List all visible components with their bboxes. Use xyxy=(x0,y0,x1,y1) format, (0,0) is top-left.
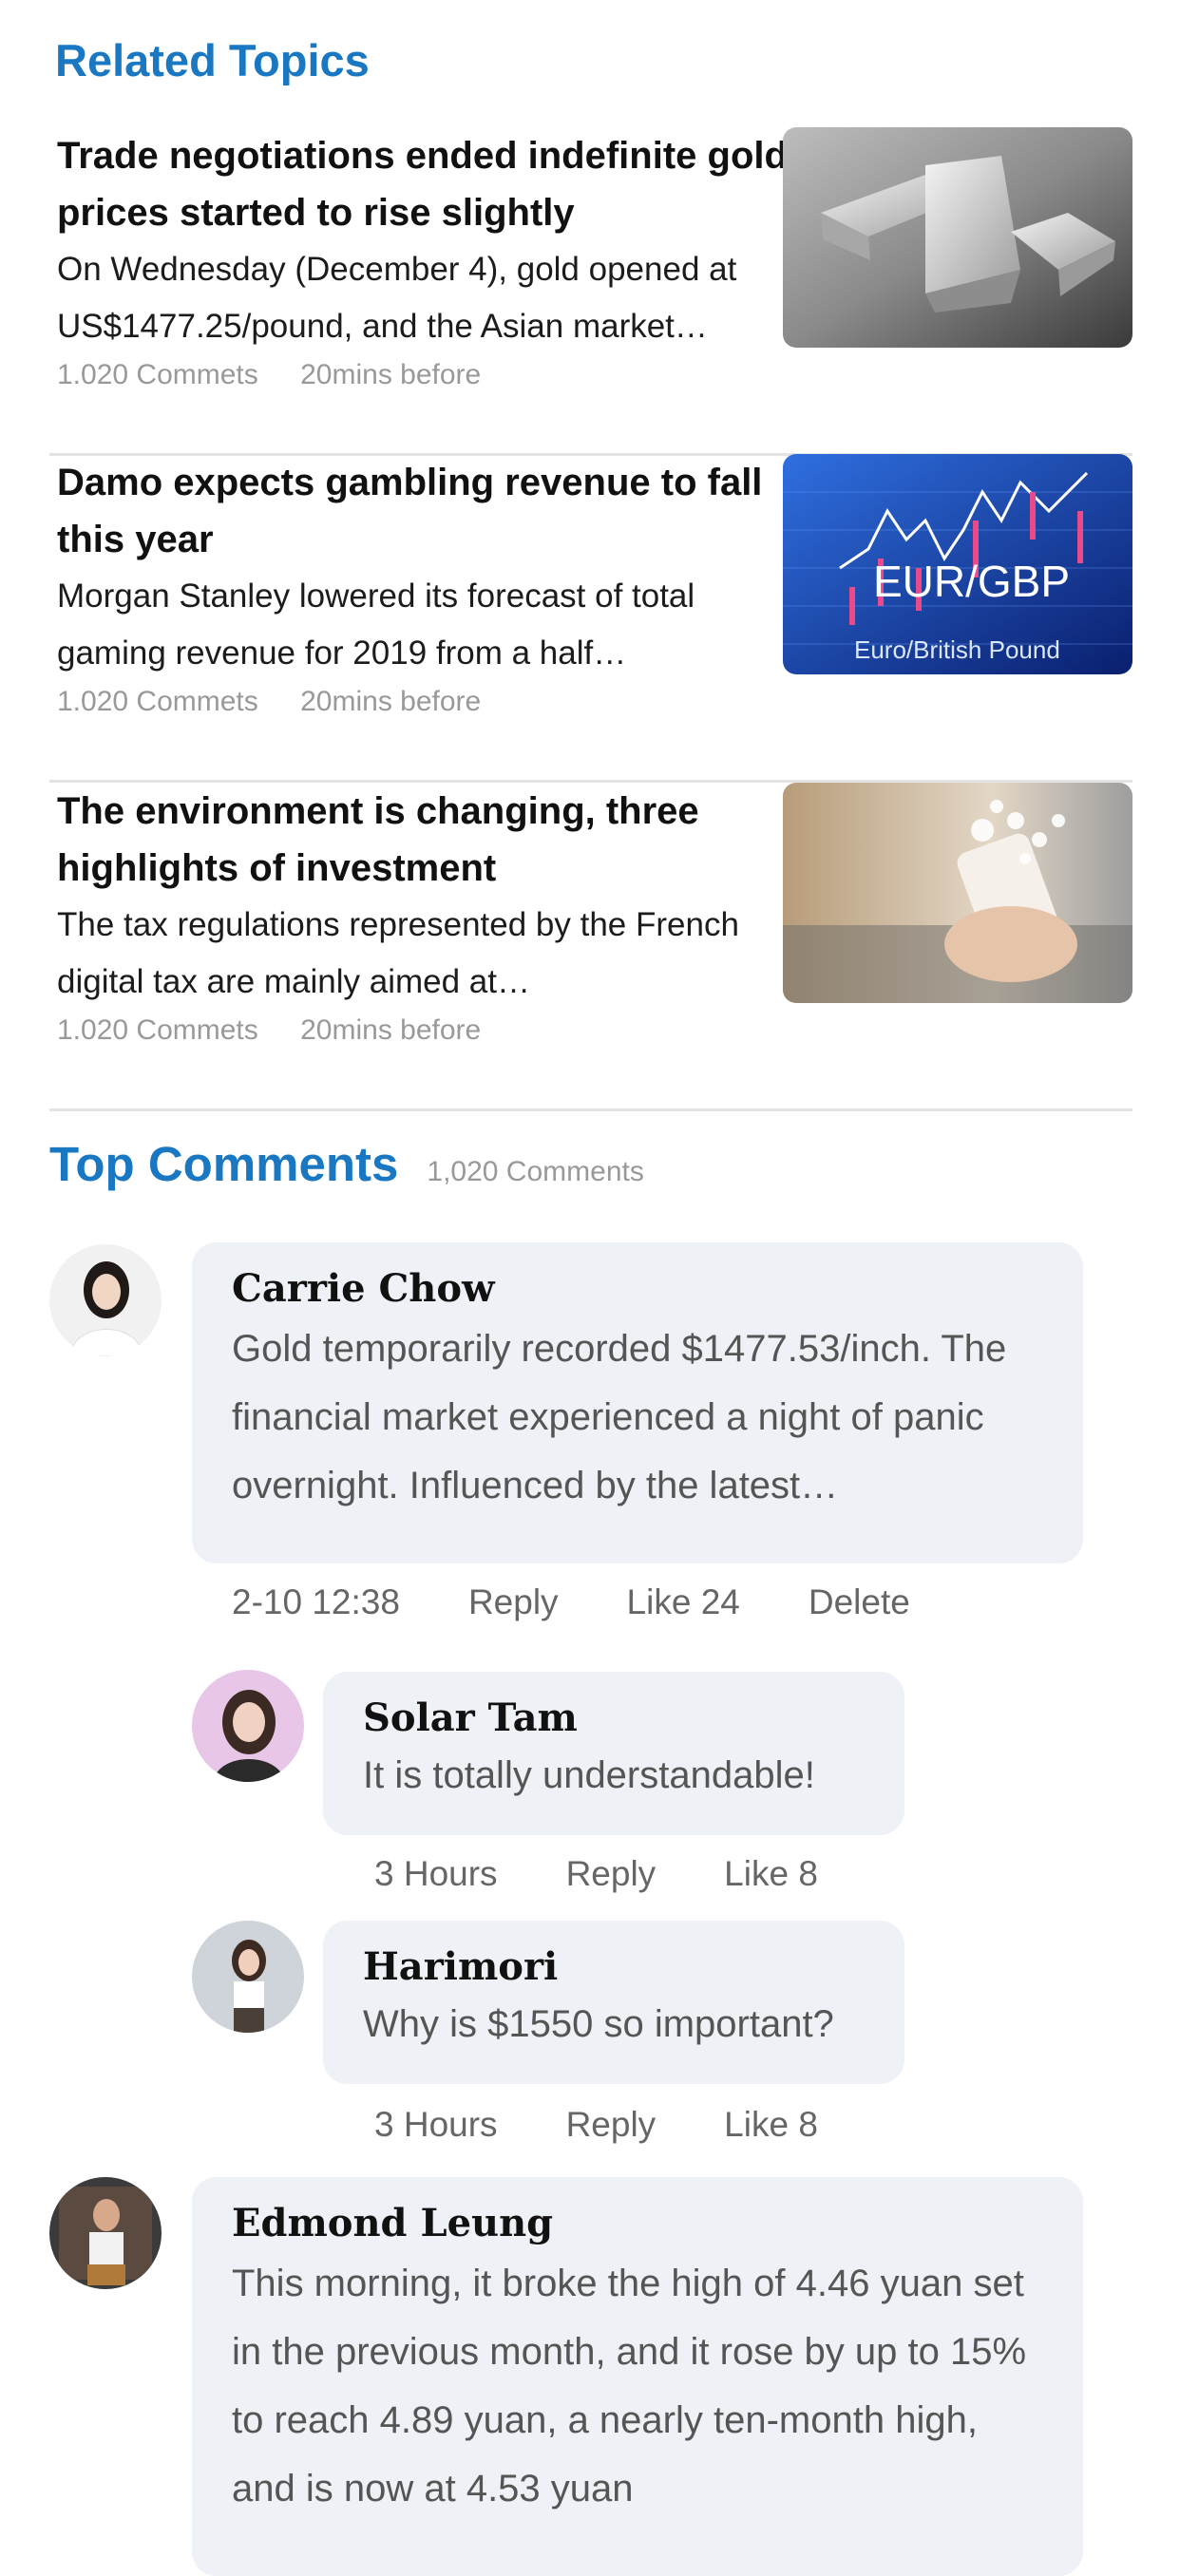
reply-bubble: Solar Tam It is totally understandable! xyxy=(323,1672,904,1835)
article-summary: Morgan Stanley lowered its forecast of t… xyxy=(57,578,695,672)
comment-author[interactable]: Edmond Leung xyxy=(232,2198,1043,2249)
related-topics-title: Related Topics xyxy=(55,35,370,85)
avatar[interactable] xyxy=(192,1670,304,1782)
comment-author[interactable]: Carrie Chow xyxy=(232,1263,1043,1315)
comment-time: 3 Hours xyxy=(374,1854,498,1893)
top-comments-header: Top Comments 1,020 Comments xyxy=(49,1136,644,1192)
comment-bubble: Edmond Leung This morning, it broke the … xyxy=(192,2177,1083,2576)
article-time: 20mins before xyxy=(300,686,482,717)
article-meta: 1.020 Commets 20mins before xyxy=(57,1014,789,1047)
chart-pair-label: EUR/GBP xyxy=(873,557,1070,606)
comment-time: 3 Hours xyxy=(374,2105,498,2144)
comment-actions: 3 Hours Reply Like 8 xyxy=(374,2105,886,2145)
top-comments-title: Top Comments xyxy=(49,1137,399,1191)
article-headline[interactable]: Damo expects gambling revenue to fall th… xyxy=(57,454,789,568)
gold-bars-image[interactable] xyxy=(783,127,1132,348)
reply-button[interactable]: Reply xyxy=(566,1854,657,1894)
article-text: Trade negotiations ended indefinite gold… xyxy=(57,127,789,391)
phone-money-image[interactable] xyxy=(783,783,1132,1003)
eur-gbp-chart-image[interactable]: EUR/GBP Euro/British Pound xyxy=(783,454,1132,674)
like-button[interactable]: Like 8 xyxy=(724,1854,818,1894)
article-comment-count: 1.020 Commets xyxy=(57,686,258,717)
article-card[interactable]: Trade negotiations ended indefinite gold… xyxy=(49,127,1132,456)
reply-bubble: Harimori Why is $1550 so important? xyxy=(323,1921,904,2084)
article-card[interactable]: The environment is changing, three highl… xyxy=(49,783,1132,1111)
comment-actions: 2-10 12:38 Reply Like 24 Delete xyxy=(232,1582,979,1622)
comment-author[interactable]: Solar Tam xyxy=(363,1693,865,1744)
like-button[interactable]: Like 24 xyxy=(627,1582,740,1622)
article-comment-count: 1.020 Commets xyxy=(57,359,258,390)
article-text: The environment is changing, three highl… xyxy=(57,783,789,1047)
article-headline[interactable]: The environment is changing, three highl… xyxy=(57,783,789,897)
article-time: 20mins before xyxy=(300,359,482,390)
avatar[interactable] xyxy=(192,1921,304,2033)
chart-pair-sublabel: Euro/British Pound xyxy=(854,635,1060,664)
article-comment-count: 1.020 Commets xyxy=(57,1014,258,1046)
reply-button[interactable]: Reply xyxy=(468,1582,559,1622)
comment-actions: 3 Hours Reply Like 8 xyxy=(374,1854,886,1894)
comment-text: This morning, it broke the high of 4.46 … xyxy=(232,2263,1027,2510)
avatar[interactable] xyxy=(49,2177,162,2289)
article-meta: 1.020 Commets 20mins before xyxy=(57,686,789,718)
article-card[interactable]: Damo expects gambling revenue to fall th… xyxy=(49,454,1132,783)
comments-count: 1,020 Comments xyxy=(427,1156,644,1187)
comment-time: 2-10 12:38 xyxy=(232,1582,400,1621)
like-button[interactable]: Like 8 xyxy=(724,2105,818,2145)
reply-button[interactable]: Reply xyxy=(566,2105,657,2145)
comment-bubble: Carrie Chow Gold temporarily recorded $1… xyxy=(192,1242,1083,1563)
article-text: Damo expects gambling revenue to fall th… xyxy=(57,454,789,718)
comment-author[interactable]: Harimori xyxy=(363,1941,865,1993)
comment-text: It is totally understandable! xyxy=(363,1754,815,1796)
article-summary: The tax regulations represented by the F… xyxy=(57,906,739,1000)
avatar[interactable] xyxy=(49,1244,162,1356)
article-meta: 1.020 Commets 20mins before xyxy=(57,359,789,391)
article-time: 20mins before xyxy=(300,1014,482,1046)
comment-text: Gold temporarily recorded $1477.53/inch.… xyxy=(232,1328,1007,1506)
comment-text: Why is $1550 so important? xyxy=(363,2003,834,2045)
article-headline[interactable]: Trade negotiations ended indefinite gold… xyxy=(57,127,789,241)
delete-button[interactable]: Delete xyxy=(809,1582,910,1622)
article-summary: On Wednesday (December 4), gold opened a… xyxy=(57,251,737,345)
